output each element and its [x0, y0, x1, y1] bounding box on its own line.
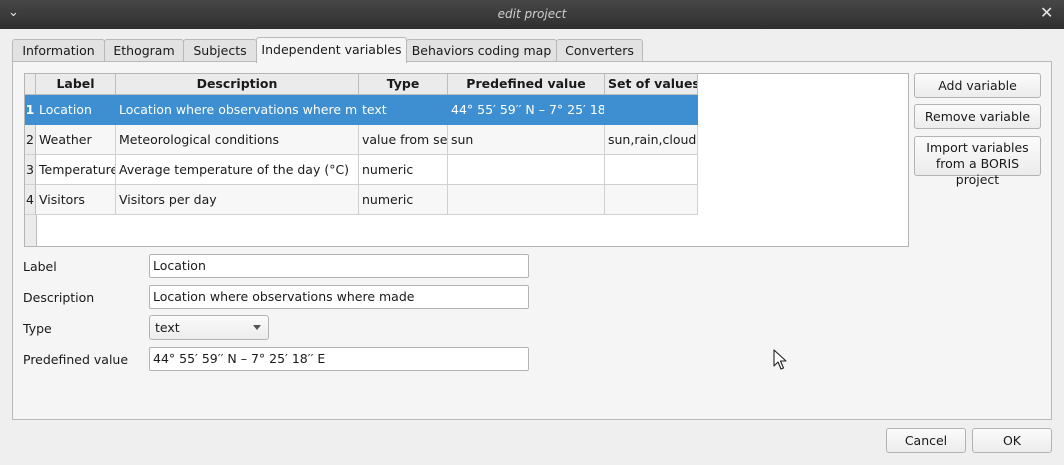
- table-cell[interactable]: sun: [448, 125, 605, 155]
- table-cell[interactable]: Location where observations where made: [116, 95, 359, 125]
- table-cell[interactable]: sun,rain,clouds: [605, 125, 698, 155]
- add-variable-button[interactable]: Add variable: [914, 73, 1041, 98]
- window-title: edit project: [497, 7, 567, 21]
- description-caption: Description: [23, 290, 95, 305]
- table-cell[interactable]: 44° 55′ 59′′ N – 7° 25′ 18′′ E: [448, 95, 605, 125]
- mouse-pointer-icon: [773, 349, 787, 370]
- table-cell[interactable]: Weather: [36, 125, 116, 155]
- table-cell[interactable]: Location: [36, 95, 116, 125]
- table-cell[interactable]: Meteorological conditions: [116, 125, 359, 155]
- column-header-predefined-value[interactable]: Predefined value: [448, 74, 605, 95]
- close-icon[interactable]: ✕: [1040, 5, 1054, 21]
- tab-independent-variables[interactable]: Independent variables: [256, 37, 407, 63]
- label-caption: Label: [23, 259, 57, 274]
- import-variables-label-line1: Import variables: [926, 140, 1029, 155]
- table-cell[interactable]: Average temperature of the day (°C): [116, 155, 359, 185]
- import-variables-button[interactable]: Import variables from a BORIS project: [914, 136, 1041, 187]
- label-input[interactable]: Location: [149, 254, 529, 278]
- tab-information[interactable]: Information: [12, 39, 105, 61]
- tab-pane-independent-variables: Label Description Type Predefined value …: [12, 61, 1052, 420]
- tab-ethogram[interactable]: Ethogram: [104, 39, 184, 61]
- column-header-set-of-values[interactable]: Set of values: [605, 74, 698, 95]
- type-caption: Type: [23, 321, 52, 336]
- table-cell[interactable]: [448, 155, 605, 185]
- type-select[interactable]: text: [149, 315, 269, 340]
- table-cell[interactable]: Temperature: [36, 155, 116, 185]
- table-cell[interactable]: value from set: [359, 125, 448, 155]
- row-header-filler: [25, 215, 37, 246]
- row-header[interactable]: 1: [25, 95, 36, 125]
- column-header-label[interactable]: Label: [36, 74, 116, 95]
- predefined-value-caption: Predefined value: [23, 352, 129, 367]
- table-cell[interactable]: [448, 185, 605, 215]
- variables-table[interactable]: Label Description Type Predefined value …: [24, 73, 909, 247]
- table-cell[interactable]: numeric: [359, 185, 448, 215]
- table-cell[interactable]: Visitors per day: [116, 185, 359, 215]
- chevron-down-icon: [253, 325, 261, 330]
- type-select-value: text: [155, 320, 180, 335]
- import-variables-label-line2: from a BORIS project: [935, 156, 1020, 187]
- tab-behaviors-coding-map[interactable]: Behaviors coding map: [406, 39, 557, 61]
- description-input[interactable]: Location where observations where made: [149, 285, 529, 309]
- tab-converters[interactable]: Converters: [556, 39, 643, 61]
- table-cell[interactable]: [605, 95, 698, 125]
- cancel-button[interactable]: Cancel: [886, 428, 966, 453]
- table-cell[interactable]: text: [359, 95, 448, 125]
- tab-subjects[interactable]: Subjects: [183, 39, 257, 61]
- predefined-value-input[interactable]: 44° 55′ 59′′ N – 7° 25′ 18′′ E: [149, 347, 529, 371]
- remove-variable-button[interactable]: Remove variable: [914, 104, 1041, 129]
- table-cell[interactable]: numeric: [359, 155, 448, 185]
- column-header-description[interactable]: Description: [116, 74, 359, 95]
- column-header-type[interactable]: Type: [359, 74, 448, 95]
- table-cell[interactable]: Visitors: [36, 185, 116, 215]
- title-bar: ⌄ edit project ✕: [0, 0, 1064, 29]
- table-cell[interactable]: [605, 155, 698, 185]
- row-header[interactable]: 3: [25, 155, 36, 185]
- table-cell[interactable]: [605, 185, 698, 215]
- row-header[interactable]: 2: [25, 125, 36, 155]
- ok-button[interactable]: OK: [972, 428, 1052, 453]
- table-corner: [25, 74, 36, 95]
- row-header[interactable]: 4: [25, 185, 36, 215]
